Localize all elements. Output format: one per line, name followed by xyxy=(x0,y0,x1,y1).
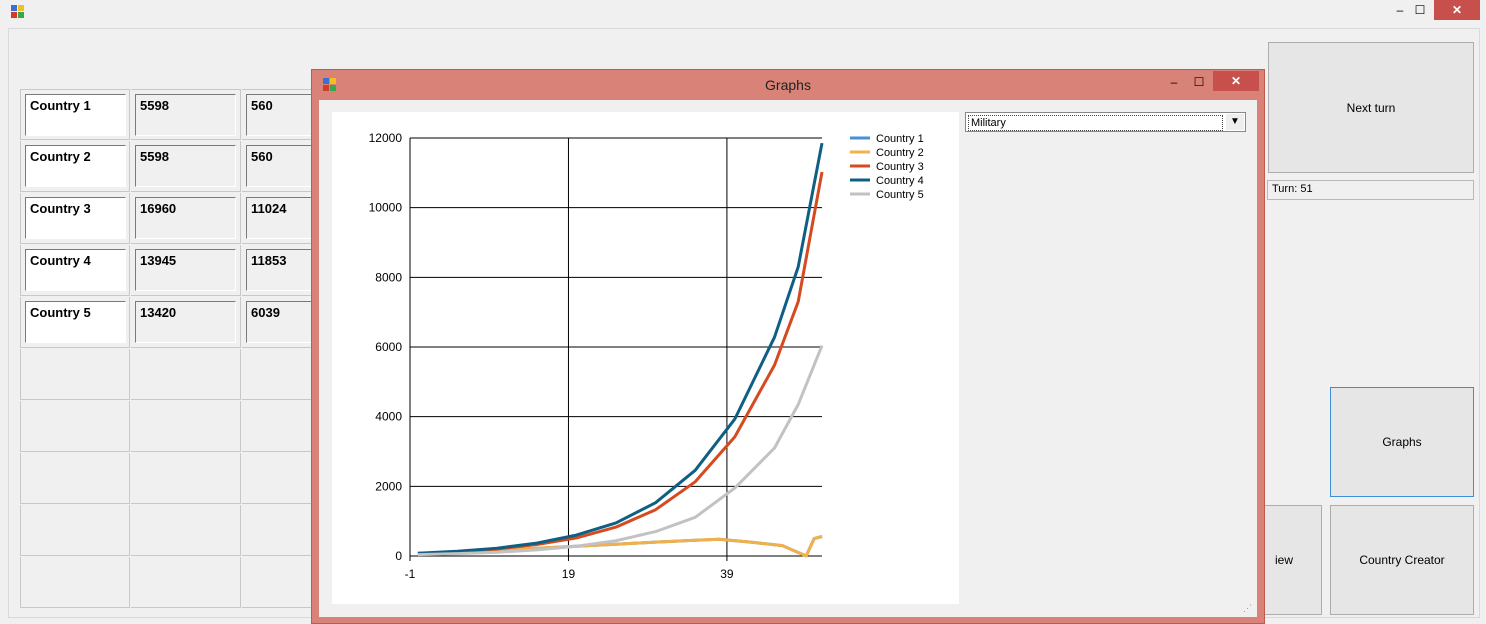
dialog-title: Graphs xyxy=(765,77,811,93)
grid-cell xyxy=(20,401,130,452)
graphs-button[interactable]: Graphs xyxy=(1330,387,1474,497)
grid-cell xyxy=(20,505,130,556)
graphs-dialog: Graphs ‒ ☐ ✕ 0 2000 4000 6000 8000 10000 12000… xyxy=(311,69,1265,624)
grid-cell: Country 2 xyxy=(20,141,130,192)
grid-cell xyxy=(20,557,130,608)
country-value-field[interactable]: 13420 xyxy=(135,301,236,343)
dialog-close-button[interactable]: ✕ xyxy=(1213,71,1259,91)
dialog-maximize-button[interactable]: ☐ xyxy=(1185,72,1213,92)
legend-entry: Country 3 xyxy=(876,161,924,173)
x-tick-label: -1 xyxy=(405,567,416,581)
y-tick-label: 6000 xyxy=(375,340,402,354)
next-turn-button[interactable]: Next turn xyxy=(1268,42,1474,173)
y-tick-label: 0 xyxy=(395,549,402,563)
y-tick-label: 2000 xyxy=(375,479,402,493)
main-titlebar: ‒ ☐ ✕ xyxy=(0,0,1486,22)
app-icon xyxy=(11,5,25,19)
dialog-minimize-button[interactable]: ‒ xyxy=(1160,72,1188,92)
grid-cell xyxy=(20,453,130,504)
grid-cell xyxy=(131,557,241,608)
close-button[interactable]: ✕ xyxy=(1434,0,1480,20)
country-creator-button[interactable]: Country Creator xyxy=(1330,505,1474,615)
military-line-chart: 0 2000 4000 6000 8000 10000 12000 -1 19 39 Country… xyxy=(369,131,924,581)
y-tick-label: 4000 xyxy=(375,410,402,424)
grid-cell: Country 1 xyxy=(20,89,130,140)
turn-label: Turn: 51 xyxy=(1267,180,1474,200)
grid-cell xyxy=(20,349,130,400)
grid-cell: 5598 xyxy=(131,141,241,192)
grid-cell: 16960 xyxy=(131,193,241,244)
grid-cell: Country 4 xyxy=(20,245,130,296)
resize-grip-icon[interactable]: ⋰ xyxy=(1243,603,1253,613)
grid-cell xyxy=(131,349,241,400)
series-line-4 xyxy=(417,142,824,555)
graph-type-dropdown[interactable]: Military ▼ xyxy=(965,112,1246,132)
grid-cell: 5598 xyxy=(131,89,241,140)
dialog-client-area: 0 2000 4000 6000 8000 10000 12000 -1 19 39 Country… xyxy=(319,100,1257,617)
grid-cell xyxy=(131,401,241,452)
legend-entry: Country 2 xyxy=(876,147,924,159)
country-name-field[interactable]: Country 2 xyxy=(25,145,126,187)
country-value-field[interactable]: 16960 xyxy=(135,197,236,239)
grid-cell xyxy=(131,505,241,556)
grid-cell: 13945 xyxy=(131,245,241,296)
legend-entry: Country 1 xyxy=(876,133,924,145)
country-value-field[interactable]: 5598 xyxy=(135,94,236,136)
country-name-field[interactable]: Country 5 xyxy=(25,301,126,343)
dialog-app-icon xyxy=(323,78,337,92)
grid-cell: 13420 xyxy=(131,297,241,348)
chart-panel: 0 2000 4000 6000 8000 10000 12000 -1 19 39 Country… xyxy=(332,112,959,604)
country-value-field[interactable]: 5598 xyxy=(135,145,236,187)
y-tick-label: 12000 xyxy=(369,131,403,145)
maximize-button[interactable]: ☐ xyxy=(1406,0,1434,20)
country-name-field[interactable]: Country 4 xyxy=(25,249,126,291)
grid-cell: Country 5 xyxy=(20,297,130,348)
country-name-field[interactable]: Country 1 xyxy=(25,94,126,136)
y-tick-label: 8000 xyxy=(375,270,402,284)
dropdown-selected-value: Military xyxy=(968,115,1223,131)
country-value-field[interactable]: 13945 xyxy=(135,249,236,291)
series-line-5 xyxy=(417,345,824,557)
y-tick-label: 10000 xyxy=(369,201,403,215)
x-tick-label: 39 xyxy=(720,567,734,581)
country-name-field[interactable]: Country 3 xyxy=(25,197,126,239)
chevron-down-icon[interactable]: ▼ xyxy=(1226,114,1244,130)
grid-cell xyxy=(131,453,241,504)
legend-entry: Country 5 xyxy=(876,189,924,201)
legend-entry: Country 4 xyxy=(876,175,924,187)
grid-cell: Country 3 xyxy=(20,193,130,244)
x-tick-label: 19 xyxy=(562,567,576,581)
